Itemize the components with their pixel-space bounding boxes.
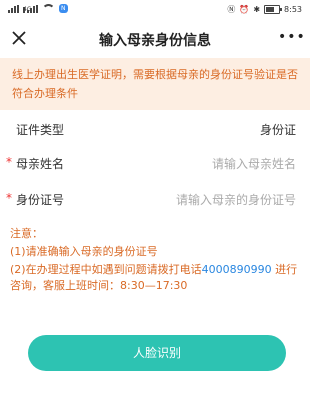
required-marker: * (6, 155, 12, 169)
notes-item-2: (2)在办理过程中如遇到问题请拨打电话4000890990 进行咨询，客服上班时… (10, 262, 302, 294)
bluetooth-icon: ✱ (253, 5, 261, 14)
id-number-label: 身份证号 (16, 193, 65, 207)
notes-item-1: (1)请准确输入母亲的身份证号 (10, 245, 158, 258)
status-right: Ⓝ ⏰ ✱ 8:53 (227, 4, 302, 15)
notification-badge: N (59, 4, 68, 13)
cert-type-value: 身份证 (259, 123, 296, 137)
more-icon: ••• (278, 29, 306, 45)
cert-type-label: 证件类型 (16, 123, 65, 137)
required-marker: * (6, 191, 12, 205)
mother-name-input[interactable]: 请输入母亲姓名 (212, 155, 296, 172)
cert-type-row[interactable]: 证件类型 身份证 (0, 113, 310, 145)
notes-item-2-prefix: (2)在办理过程中如遇到问题请拨打电话 (10, 263, 202, 276)
id-number-input[interactable]: 请输入母亲的身份证号 (176, 191, 296, 208)
navigation-bar: 输入母亲身份信息 ••• (0, 20, 310, 58)
hotline-link[interactable]: 4000890990 (202, 263, 272, 276)
more-options-button[interactable]: ••• (278, 28, 305, 48)
page-title: 输入母亲身份信息 (99, 33, 211, 49)
status-bar: 4G N Ⓝ ⏰ ✱ 8:53 (0, 0, 310, 20)
notes-title: 注意： (10, 227, 43, 240)
battery-icon (264, 5, 283, 14)
network-type: 4G (23, 6, 31, 13)
wifi-icon (42, 4, 55, 13)
mother-name-row: * 母亲姓名 请输入母亲姓名 (0, 147, 310, 179)
notes-section: 注意： (1)请准确输入母亲的身份证号 (2)在办理过程中如遇到问题请拨打电话4… (10, 226, 302, 296)
id-number-row: * 身份证号 请输入母亲的身份证号 (0, 183, 310, 215)
status-time: 8:53 (284, 5, 302, 14)
face-recognition-button[interactable]: 人脸识别 (28, 335, 286, 371)
nfc-icon: Ⓝ (227, 5, 236, 14)
alarm-icon: ⏰ (239, 5, 250, 14)
signal-icon-2: 4G (23, 4, 38, 13)
notice-text: 线上办理出生医学证明，需要根据母亲的身份证号验证是否符合办理条件 (12, 68, 298, 100)
notice-banner: 线上办理出生医学证明，需要根据母亲的身份证号验证是否符合办理条件 (0, 58, 310, 110)
signal-icon (8, 4, 19, 13)
mother-name-label: 母亲姓名 (16, 157, 65, 171)
status-left: 4G N (8, 4, 68, 13)
